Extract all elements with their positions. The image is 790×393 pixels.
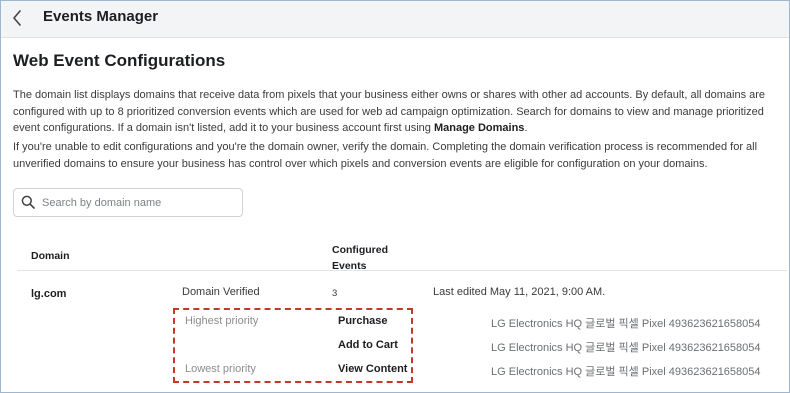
search-box[interactable] bbox=[13, 188, 243, 217]
event-pixel-1: LG Electronics HQ 글로벌 픽셀 Pixel 493623621… bbox=[491, 318, 761, 330]
manage-domains-link[interactable]: Manage Domains bbox=[434, 122, 524, 134]
events-manager-window: Events Manager Web Event Configurations … bbox=[0, 0, 790, 393]
page-title: Web Event Configurations bbox=[13, 51, 226, 70]
description-paragraph-2: If you're unable to edit configurations … bbox=[13, 141, 758, 170]
app-title: Events Manager bbox=[43, 8, 159, 25]
search-icon bbox=[21, 195, 35, 209]
chevron-left-icon bbox=[13, 10, 21, 26]
search-input[interactable] bbox=[40, 192, 240, 214]
top-bar: Events Manager bbox=[1, 1, 789, 38]
configured-events-count: 3 bbox=[332, 288, 338, 299]
description-paragraph-1: The domain list displays domains that re… bbox=[13, 87, 777, 137]
description-text: The domain list displays domains that re… bbox=[13, 89, 766, 134]
table-header-divider bbox=[17, 270, 787, 271]
domain-name[interactable]: lg.com bbox=[31, 288, 66, 300]
description-end: . bbox=[524, 122, 528, 134]
event-pixel-3: LG Electronics HQ 글로벌 픽셀 Pixel 493623621… bbox=[491, 366, 761, 378]
domain-status: Domain Verified bbox=[182, 286, 260, 298]
back-button[interactable] bbox=[7, 7, 27, 29]
column-header-domain: Domain bbox=[31, 250, 70, 262]
event-pixel-2: LG Electronics HQ 글로벌 픽셀 Pixel 493623621… bbox=[491, 342, 761, 354]
last-edited-text: Last edited May 11, 2021, 9:00 AM. bbox=[433, 286, 606, 298]
priority-highlight-box bbox=[173, 308, 413, 383]
